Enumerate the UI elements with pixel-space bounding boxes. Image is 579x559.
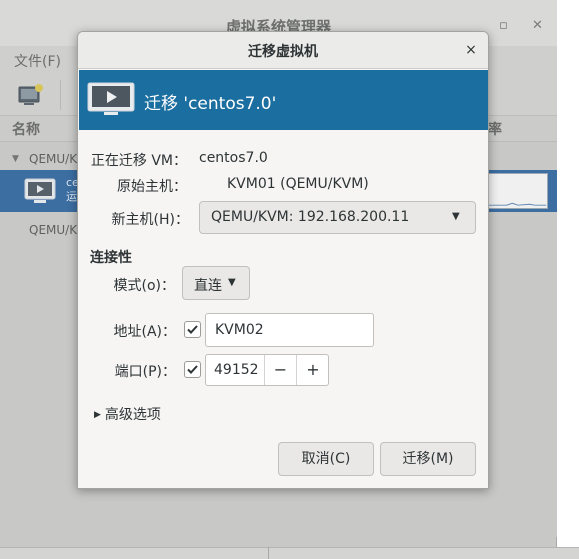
maximize-icon[interactable]: ▫: [499, 18, 508, 33]
chevron-down-icon: ▼: [228, 277, 236, 288]
statusbar-separator: [268, 547, 269, 559]
banner-title: 迁移 'centos7.0': [144, 94, 277, 114]
migrate-button[interactable]: 迁移(M): [380, 442, 476, 476]
address-checkbox[interactable]: [184, 321, 201, 338]
expander-triangle-icon: ▶: [94, 410, 101, 420]
vm-monitor-icon: [87, 82, 135, 115]
dialog-title: 迁移虚拟机: [248, 44, 318, 60]
port-value[interactable]: 49152: [214, 362, 259, 378]
column-header-name[interactable]: 名称: [12, 119, 40, 139]
collapse-triangle-icon[interactable]: ▼: [12, 154, 19, 164]
new-host-value: QEMU/KVM: 192.168.200.11: [211, 209, 410, 225]
migrate-dialog: 迁移虚拟机 × 迁移 'centos7.0' 正在迁移 VM： centos7.…: [77, 31, 489, 489]
port-label: 端口(P)：: [114, 364, 176, 380]
new-host-combobox[interactable]: QEMU/KVM: 192.168.200.11 ▼: [199, 201, 476, 234]
menu-file[interactable]: 文件(F): [14, 51, 61, 71]
port-checkbox[interactable]: [184, 361, 201, 378]
port-increment-button[interactable]: +: [296, 355, 328, 385]
desktop-area: [557, 0, 579, 547]
chevron-down-icon: ▼: [452, 211, 460, 222]
toolbar-separator: [60, 80, 61, 110]
vm-monitor-icon: [24, 178, 56, 203]
new-host-label: 新主机(H)：: [111, 212, 189, 228]
address-input[interactable]: KVM02: [205, 313, 374, 347]
advanced-options-label: 高级选项: [104, 407, 161, 423]
address-value: KVM02: [215, 322, 264, 338]
checkmark-icon: [187, 365, 198, 374]
mode-dropdown[interactable]: 直连 ▼: [182, 266, 250, 300]
mode-value: 直连: [194, 278, 222, 294]
port-decrement-button[interactable]: −: [264, 355, 296, 385]
window-close-icon[interactable]: ✕: [532, 18, 543, 33]
dialog-banner: 迁移 'centos7.0': [79, 70, 488, 130]
connectivity-heading: 连接性: [90, 250, 132, 266]
cpu-usage-graph: [486, 173, 548, 209]
mode-label: 模式(o)：: [113, 278, 176, 294]
statusbar: [0, 547, 579, 559]
migrating-vm-value: centos7.0: [199, 150, 268, 166]
advanced-options-expander[interactable]: ▶ 高级选项: [94, 404, 161, 424]
checkmark-icon: [187, 325, 198, 334]
new-vm-icon[interactable]: [18, 84, 44, 106]
dialog-close-icon[interactable]: ×: [462, 41, 480, 59]
column-header-rate[interactable]: 率: [488, 119, 502, 139]
source-host-label: 原始主机：: [117, 179, 187, 195]
cancel-button[interactable]: 取消(C): [278, 442, 374, 476]
migrating-vm-label: 正在迁移 VM：: [90, 153, 187, 169]
port-spinbutton[interactable]: 49152 − +: [205, 354, 329, 386]
address-label: 地址(A)：: [113, 324, 176, 340]
source-host-value: KVM01 (QEMU/KVM): [227, 176, 369, 192]
